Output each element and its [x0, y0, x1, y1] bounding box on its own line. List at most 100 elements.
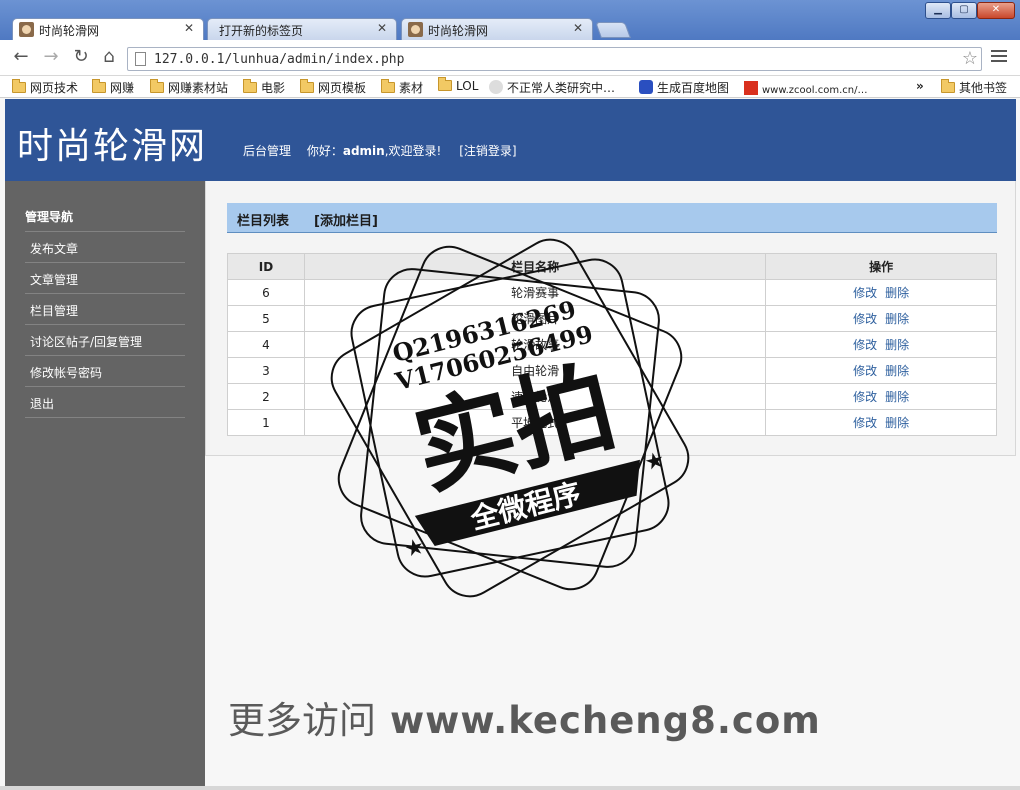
- new-tab-button[interactable]: [595, 22, 631, 38]
- row-id: 2: [227, 383, 305, 410]
- browser-tab-2[interactable]: 打开新的标签页 ✕: [207, 18, 397, 40]
- window-bottom-edge: [0, 786, 1020, 790]
- home-icon[interactable]: ⌂: [98, 48, 120, 68]
- sidebar-item-exit[interactable]: 退出: [25, 386, 185, 417]
- tab-title: 时尚轮滑网: [428, 24, 489, 38]
- delete-link[interactable]: 删除: [885, 338, 909, 352]
- bookmark-item[interactable]: 网页模板: [300, 79, 366, 95]
- edit-link[interactable]: 修改: [853, 286, 877, 300]
- row-actions: 修改 删除: [765, 409, 997, 436]
- watermark-cn: 更多访问: [228, 699, 376, 742]
- delete-link[interactable]: 删除: [885, 416, 909, 430]
- star-icon: ★: [402, 534, 427, 563]
- watermark-text: 更多访问 www.kecheng8.com: [228, 690, 821, 744]
- folder-icon: [150, 79, 164, 93]
- bookmark-item[interactable]: 网赚: [92, 79, 134, 95]
- row-id: 3: [227, 357, 305, 384]
- address-bar[interactable]: 127.0.0.1/lunhua/admin/index.php ☆: [127, 47, 982, 71]
- browser-tab-1[interactable]: 时尚轮滑网 ✕: [12, 18, 204, 41]
- minimize-button[interactable]: ▁: [925, 2, 951, 19]
- tab-title: 打开新的标签页: [219, 24, 304, 38]
- folder-icon: [381, 79, 395, 93]
- sidebar-title: 管理导航: [25, 210, 74, 224]
- watermark-url: www.kecheng8.com: [390, 699, 821, 742]
- row-actions: 修改 删除: [765, 383, 997, 410]
- folder-icon: [300, 79, 314, 93]
- sidebar-item-column-manage[interactable]: 栏目管理: [25, 293, 185, 324]
- bookmark-item[interactable]: 素材: [381, 79, 423, 95]
- bookmarks-overflow-icon[interactable]: »: [916, 79, 924, 95]
- add-column-link[interactable]: [添加栏目]: [314, 210, 378, 229]
- person-icon: [489, 80, 503, 94]
- address-url: 127.0.0.1/lunhua/admin/index.php: [154, 52, 405, 67]
- bookmark-item[interactable]: 网赚素材站: [150, 79, 228, 95]
- header-links: 后台管理 你好：admin,欢迎登录! [注销登录]: [243, 142, 517, 159]
- admin-label: 后台管理: [243, 144, 292, 158]
- row-actions: 修改 删除: [765, 305, 997, 332]
- row-actions: 修改 删除: [765, 331, 997, 358]
- row-actions: 修改 删除: [765, 357, 997, 384]
- bookmarks-bar: 网页技术 网赚 网赚素材站 电影 网页模板 素材 LOL 不正常人类研究中… 生…: [0, 76, 1020, 98]
- greeting-suffix: ,欢迎登录!: [384, 144, 442, 158]
- reload-icon[interactable]: ↻: [70, 48, 92, 68]
- bookmark-item[interactable]: 生成百度地图: [639, 79, 729, 95]
- row-id: 4: [227, 331, 305, 358]
- row-actions: 修改 删除: [765, 279, 997, 306]
- folder-icon: [92, 79, 106, 93]
- edit-link[interactable]: 修改: [853, 416, 877, 430]
- page-icon: [135, 52, 146, 66]
- bookmark-item[interactable]: 不正常人类研究中…: [489, 79, 615, 95]
- row-id: 1: [227, 409, 305, 436]
- folder-icon: [243, 79, 257, 93]
- maximize-button[interactable]: ▢: [951, 2, 977, 19]
- watermark-stamp: Q2196316269 V17060256499 实拍 全微程序 ★ ★: [330, 238, 690, 598]
- username: admin: [342, 144, 385, 158]
- favicon-icon: [19, 22, 34, 37]
- folder-icon: [12, 79, 26, 93]
- edit-link[interactable]: 修改: [853, 364, 877, 378]
- bookmark-item[interactable]: www.zcool.com.cn/…: [744, 81, 867, 97]
- zcool-icon: [744, 81, 758, 95]
- bookmark-star-icon[interactable]: ☆: [962, 48, 978, 69]
- list-title: 栏目列表: [237, 214, 290, 229]
- col-header-id: ID: [227, 253, 305, 280]
- window-close-button[interactable]: ✕: [977, 2, 1015, 19]
- delete-link[interactable]: 删除: [885, 286, 909, 300]
- menu-icon[interactable]: [991, 50, 1007, 64]
- delete-link[interactable]: 删除: [885, 390, 909, 404]
- tab-close-icon[interactable]: ✕: [184, 21, 194, 35]
- tab-close-icon[interactable]: ✕: [573, 21, 583, 35]
- site-header: 时尚轮滑网 后台管理 你好：admin,欢迎登录! [注销登录]: [5, 99, 1016, 181]
- bookmark-item[interactable]: LOL: [438, 77, 478, 95]
- sidebar: 管理导航 发布文章 文章管理 栏目管理 讨论区帖子/回复管理 修改帐号密码 退出: [5, 181, 205, 790]
- bookmark-item[interactable]: 网页技术: [12, 79, 78, 95]
- tab-title: 时尚轮滑网: [39, 24, 100, 38]
- edit-link[interactable]: 修改: [853, 390, 877, 404]
- other-bookmarks[interactable]: 其他书签: [941, 79, 1007, 95]
- row-id: 6: [227, 279, 305, 306]
- browser-titlebar: ▁ ▢ ✕ 时尚轮滑网 ✕ 打开新的标签页 ✕ 时尚轮滑网 ✕: [0, 0, 1020, 41]
- sidebar-divider: [25, 417, 185, 418]
- sidebar-item-publish-article[interactable]: 发布文章: [25, 231, 185, 262]
- logout-link[interactable]: [注销登录]: [459, 144, 516, 158]
- delete-link[interactable]: 删除: [885, 312, 909, 326]
- folder-icon: [438, 77, 452, 91]
- tab-close-icon[interactable]: ✕: [377, 21, 387, 35]
- baidu-paw-icon: [639, 80, 653, 94]
- edit-link[interactable]: 修改: [853, 312, 877, 326]
- delete-link[interactable]: 删除: [885, 364, 909, 378]
- sidebar-item-forum-manage[interactable]: 讨论区帖子/回复管理: [25, 324, 185, 355]
- sidebar-item-article-manage[interactable]: 文章管理: [25, 262, 185, 293]
- greeting-prefix: 你好：: [306, 144, 343, 158]
- col-header-actions: 操作: [765, 253, 997, 280]
- favicon-icon: [408, 22, 423, 37]
- site-title: 时尚轮滑网: [17, 126, 208, 167]
- row-id: 5: [227, 305, 305, 332]
- browser-tab-3[interactable]: 时尚轮滑网 ✕: [401, 18, 593, 40]
- bookmark-item[interactable]: 电影: [243, 79, 285, 95]
- edit-link[interactable]: 修改: [853, 338, 877, 352]
- back-arrow-icon[interactable]: ←: [10, 48, 32, 68]
- sidebar-item-change-password[interactable]: 修改帐号密码: [25, 355, 185, 386]
- folder-icon: [941, 79, 955, 93]
- forward-arrow-icon[interactable]: →: [40, 48, 62, 68]
